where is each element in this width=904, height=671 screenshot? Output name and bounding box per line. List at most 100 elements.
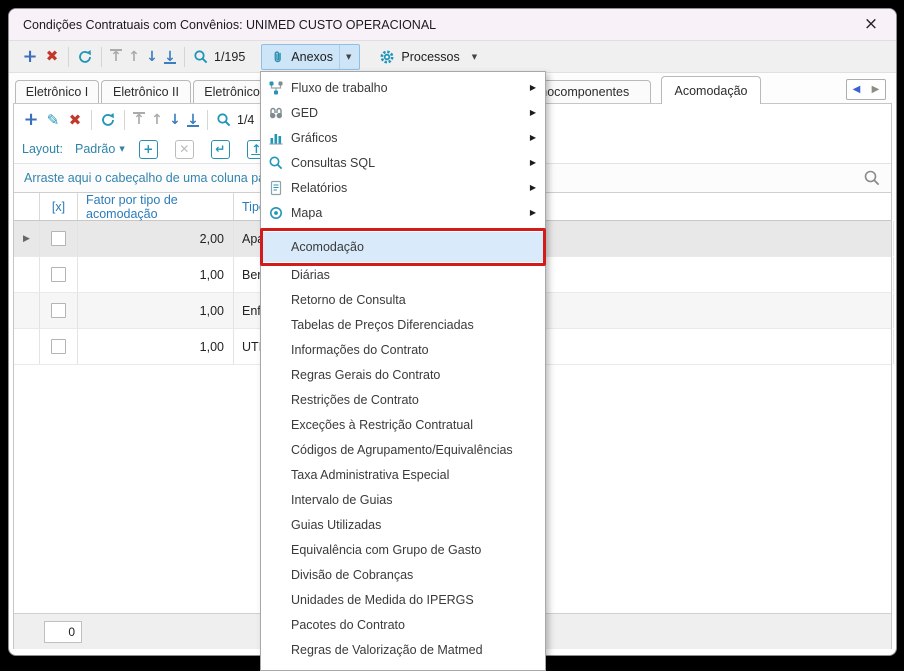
binoculars-icon (261, 105, 291, 121)
menu-item-acomodacao[interactable]: Acomodação (260, 228, 546, 266)
menu-item-unidades-medida-ipergs[interactable]: Unidades de Medida do IPERGS (261, 587, 545, 612)
menu-item-label: Divisão de Cobranças (291, 567, 414, 582)
fator-column-header[interactable]: Fator por tipo de acomodação (78, 193, 234, 221)
row-checkbox-cell[interactable] (40, 293, 78, 328)
fator-cell[interactable]: 1,00 (78, 257, 234, 292)
tab-scroll-right-icon[interactable]: ▶ (872, 84, 880, 95)
menu-item-label: Mapa (291, 205, 323, 220)
filter-search-icon[interactable] (863, 169, 881, 187)
menu-item-label: Restrições de Contrato (291, 392, 419, 407)
processos-label: Processos (401, 49, 460, 64)
last-record-button[interactable]: ↓ (161, 49, 179, 65)
add-record-button[interactable]: + (19, 46, 41, 68)
menu-item-label: Pacotes do Contrato (291, 617, 405, 632)
delete-record-button[interactable]: ✖ (41, 46, 63, 68)
toolbar-separator (207, 110, 208, 130)
refresh-icon[interactable] (97, 109, 119, 131)
refresh-icon[interactable] (74, 46, 96, 68)
last-row-button[interactable]: ↓ (184, 112, 202, 128)
row-checkbox-cell[interactable] (40, 257, 78, 292)
row-indicator-cell: ▶ (14, 221, 40, 256)
next-record-button[interactable]: ↓ (143, 49, 161, 65)
menu-item-equivalencia-grupo-gasto[interactable]: Equivalência com Grupo de Gasto (261, 537, 545, 562)
submenu-arrow-icon: ▶ (529, 133, 536, 142)
chevron-down-icon[interactable]: ▼ (338, 44, 357, 69)
checkbox[interactable] (51, 231, 66, 246)
row-checkbox-cell[interactable] (40, 329, 78, 364)
document-icon (261, 180, 291, 196)
menu-item-ged[interactable]: GED ▶ (261, 100, 545, 125)
layout-label: Layout: (22, 142, 64, 156)
row-indicator-cell (14, 329, 40, 364)
chevron-down-icon[interactable]: ▼ (466, 45, 483, 69)
menu-item-label: Tabelas de Preços Diferenciadas (291, 317, 474, 332)
magnifier-icon (261, 155, 291, 171)
menu-item-taxa-administrativa[interactable]: Taxa Administrativa Especial (261, 462, 545, 487)
search-icon[interactable] (190, 46, 212, 68)
checkbox[interactable] (51, 303, 66, 318)
row-indicator-header (14, 193, 40, 220)
menu-item-label: Regras Gerais do Contrato (291, 367, 441, 382)
menu-item-diarias[interactable]: Diárias (261, 262, 545, 287)
menu-item-label: Diárias (291, 267, 330, 282)
anexos-dropdown-menu: Fluxo de trabalho ▶ GED ▶ Gráficos ▶ Con… (260, 71, 546, 671)
search-icon[interactable] (213, 109, 235, 131)
first-record-button[interactable]: ↑ (107, 48, 125, 65)
menu-item-label: GED (291, 105, 319, 120)
menu-item-relatorios[interactable]: Relatórios ▶ (261, 175, 545, 200)
first-row-button[interactable]: ↑ (130, 112, 148, 128)
chevron-down-icon[interactable]: ▼ (119, 145, 124, 153)
submenu-arrow-icon: ▶ (529, 183, 536, 192)
next-row-button[interactable]: ↓ (166, 112, 184, 128)
toolbar-separator (101, 46, 102, 67)
menu-item-excecoes-restricao[interactable]: Exceções à Restrição Contratual (261, 412, 545, 437)
fator-cell[interactable]: 1,00 (78, 293, 234, 328)
previous-record-button[interactable]: ↑ (125, 49, 143, 65)
checkbox[interactable] (51, 267, 66, 282)
menu-item-label: Códigos de Agrupamento/Equivalências (291, 442, 513, 457)
layout-add-button[interactable]: + (138, 139, 158, 159)
fator-cell[interactable]: 1,00 (78, 329, 234, 364)
tab-scroll-left-icon[interactable]: ◀ (853, 84, 861, 95)
window-title: Condições Contratuais com Convênios: UNI… (23, 17, 437, 32)
previous-row-button[interactable]: ↑ (148, 112, 166, 128)
tab-eletronico-1[interactable]: Eletrônico I (15, 80, 99, 103)
main-toolbar: + ✖ ↑ ↑ ↓ ↓ 1/195 Anexos ▼ Processos ▼ (9, 41, 896, 73)
delete-row-button[interactable]: ✖ (64, 109, 86, 131)
checkbox[interactable] (51, 339, 66, 354)
menu-item-fluxo-de-trabalho[interactable]: Fluxo de trabalho ▶ (261, 75, 545, 100)
row-checkbox-cell[interactable] (40, 221, 78, 256)
menu-item-label: Regras de Valorização de Matmed (291, 642, 483, 657)
menu-item-label: Acomodação (291, 240, 364, 254)
menu-item-tabelas-de-precos[interactable]: Tabelas de Preços Diferenciadas (261, 312, 545, 337)
workflow-icon (261, 80, 291, 96)
close-icon[interactable]: × (860, 16, 882, 33)
menu-item-pacotes-do-contrato[interactable]: Pacotes do Contrato (261, 612, 545, 637)
select-column-header[interactable]: [x] (40, 193, 78, 220)
menu-item-intervalo-de-guias[interactable]: Intervalo de Guias (261, 487, 545, 512)
menu-item-codigos-agrupamento[interactable]: Códigos de Agrupamento/Equivalências (261, 437, 545, 462)
menu-item-regras-gerais[interactable]: Regras Gerais do Contrato (261, 362, 545, 387)
add-row-button[interactable]: + (20, 109, 42, 131)
menu-item-guias-utilizadas[interactable]: Guias Utilizadas (261, 512, 545, 537)
tab-eletronico-2[interactable]: Eletrônico II (101, 80, 191, 103)
layout-preset-dropdown[interactable]: Padrão (75, 142, 115, 156)
menu-item-graficos[interactable]: Gráficos ▶ (261, 125, 545, 150)
anexos-button[interactable]: Anexos ▼ (261, 43, 361, 70)
edit-row-icon[interactable]: ✎ (42, 109, 64, 131)
layout-apply-button[interactable]: ↵ (210, 139, 230, 159)
tab-acomodacao[interactable]: Acomodação (661, 76, 761, 104)
menu-item-informacoes-do-contrato[interactable]: Informações do Contrato (261, 337, 545, 362)
record-counter: 1/195 (214, 49, 246, 64)
menu-item-consultas-sql[interactable]: Consultas SQL ▶ (261, 150, 545, 175)
menu-item-restricoes-de-contrato[interactable]: Restrições de Contrato (261, 387, 545, 412)
submenu-arrow-icon: ▶ (529, 208, 536, 217)
fator-cell[interactable]: 2,00 (78, 221, 234, 256)
menu-item-divisao-de-cobrancas[interactable]: Divisão de Cobranças (261, 562, 545, 587)
menu-item-mapa[interactable]: Mapa ▶ (261, 200, 545, 225)
menu-item-regras-valorizacao-matmed[interactable]: Regras de Valorização de Matmed (261, 637, 545, 662)
layout-delete-button[interactable]: ✕ (174, 139, 194, 159)
processos-button[interactable]: Processos ▼ (370, 44, 486, 70)
menu-item-retorno-de-consulta[interactable]: Retorno de Consulta (261, 287, 545, 312)
row-indicator-cell (14, 293, 40, 328)
